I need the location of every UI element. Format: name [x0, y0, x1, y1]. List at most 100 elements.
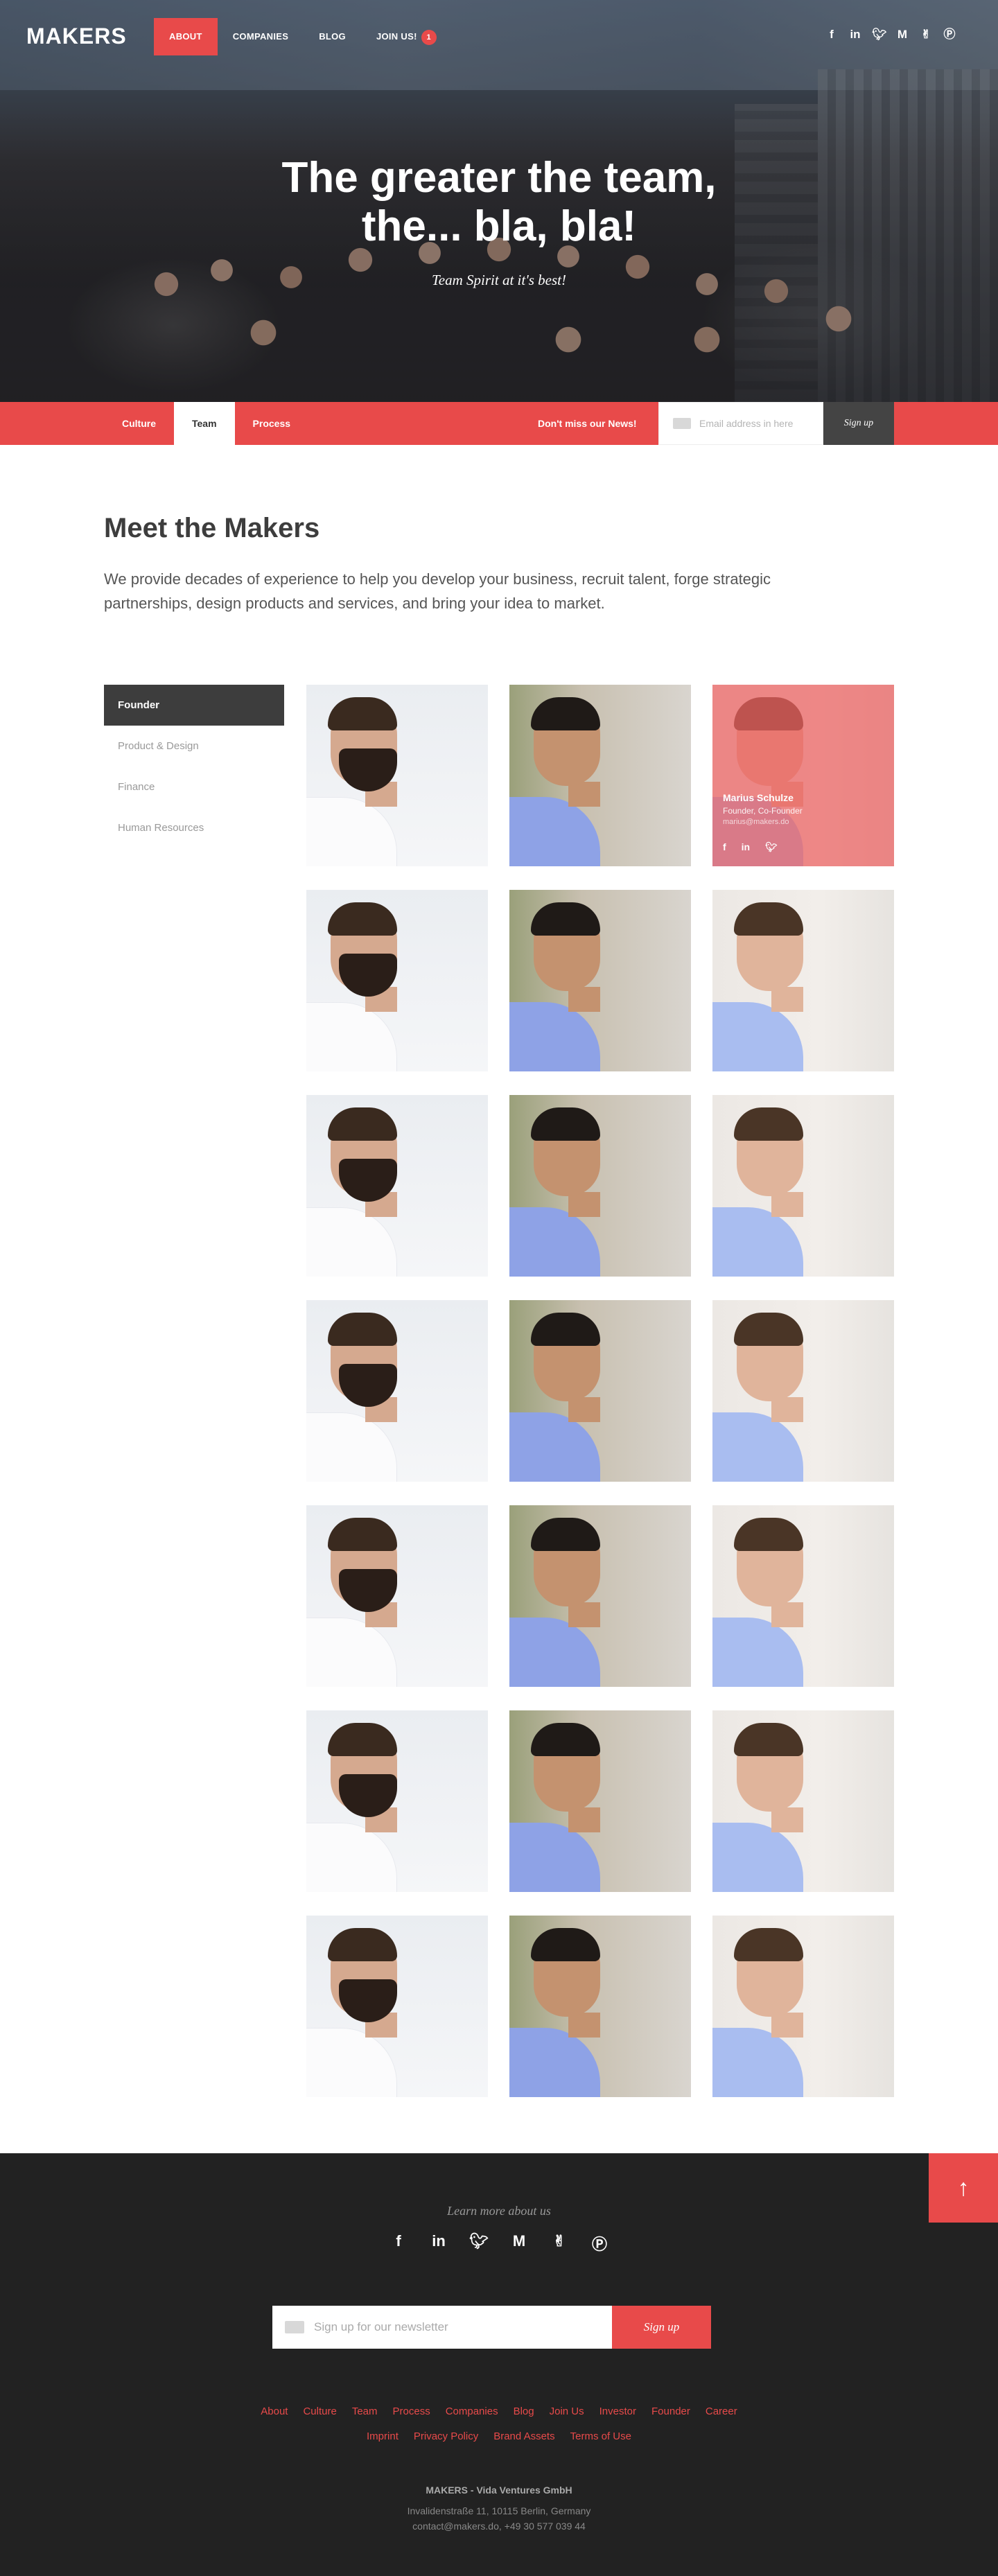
footer-link[interactable]: Process	[393, 2406, 430, 2417]
team-member-card[interactable]	[509, 890, 691, 1071]
footer-link[interactable]: About	[261, 2406, 288, 2417]
angellist-icon[interactable]: ✌︎	[550, 2232, 569, 2254]
nav-blog[interactable]: BLOG	[304, 18, 361, 55]
footer-link[interactable]: Imprint	[367, 2430, 399, 2442]
header-social-links: f in 🐦︎ M ✌︎ Ⓟ	[825, 28, 956, 42]
team-member-card[interactable]	[306, 1916, 488, 2097]
member-email[interactable]: marius@makers.do	[723, 818, 803, 826]
filter-finance[interactable]: Finance	[104, 766, 284, 807]
member-hair	[531, 1723, 600, 1756]
nav-about[interactable]: ABOUT	[154, 18, 218, 55]
nav-join-us[interactable]: JOIN US! 1	[361, 18, 452, 55]
footer-address-block: Invalidenstraße 11, 10115 Berlin, German…	[0, 2503, 998, 2534]
member-hair	[734, 1928, 803, 1961]
medium-icon[interactable]: M	[895, 28, 909, 42]
filter-human-resources[interactable]: Human Resources	[104, 807, 284, 848]
member-hair	[328, 1313, 397, 1346]
page-title: Meet the Makers	[104, 513, 320, 543]
facebook-icon[interactable]: f	[825, 28, 839, 42]
team-member-card[interactable]	[509, 1710, 691, 1892]
footer-link[interactable]: Privacy Policy	[414, 2430, 478, 2442]
team-member-card[interactable]	[712, 1095, 894, 1277]
member-shirt	[306, 1207, 397, 1277]
producthunt-icon[interactable]: Ⓟ	[590, 2232, 609, 2254]
envelope-icon	[285, 2321, 304, 2333]
signup-button[interactable]: Sign up	[823, 402, 894, 445]
member-hair	[328, 1723, 397, 1756]
footer-links-primary: About Culture Team Process Companies Blog Join…	[0, 2406, 998, 2417]
footer-link[interactable]: Join Us	[550, 2406, 584, 2417]
team-member-card[interactable]: Marius Schulze Founder, Co-Founder marius@…	[712, 685, 894, 866]
footer-newsletter-input[interactable]: Sign up for our newsletter	[272, 2306, 612, 2349]
member-social-links: f in 🐦︎	[723, 841, 778, 853]
page-description: We provide decades of experience to help…	[104, 570, 771, 612]
angellist-icon[interactable]: ✌︎	[919, 28, 933, 42]
filter-founder[interactable]: Founder	[104, 685, 284, 726]
tab-process[interactable]: Process	[235, 402, 308, 445]
medium-icon[interactable]: M	[509, 2232, 529, 2254]
member-hair	[531, 1928, 600, 1961]
member-hair	[734, 1313, 803, 1346]
member-shirt	[306, 2028, 397, 2097]
footer-link[interactable]: Team	[352, 2406, 378, 2417]
footer-link[interactable]: Brand Assets	[493, 2430, 554, 2442]
filter-product-design[interactable]: Product & Design	[104, 726, 284, 766]
newsletter-email-input[interactable]: Email address in here	[658, 402, 823, 445]
twitter-icon[interactable]: 🐦︎	[469, 2232, 489, 2254]
producthunt-icon[interactable]: Ⓟ	[943, 28, 956, 42]
member-hair	[734, 1107, 803, 1141]
member-hair	[734, 902, 803, 936]
footer-link[interactable]: Investor	[599, 2406, 636, 2417]
linkedin-icon[interactable]: in	[742, 841, 750, 853]
nav-companies[interactable]: COMPANIES	[218, 18, 304, 55]
footer-address: Invalidenstraße 11, 10115 Berlin, German…	[407, 2505, 591, 2516]
footer-link[interactable]: Terms of Use	[570, 2430, 631, 2442]
team-grid: Marius Schulze Founder, Co-Founder marius@…	[306, 685, 894, 2097]
member-shirt	[306, 797, 397, 866]
team-member-card[interactable]	[509, 1916, 691, 2097]
footer-link[interactable]: Founder	[651, 2406, 690, 2417]
footer-signup-button[interactable]: Sign up	[612, 2306, 711, 2349]
facebook-icon[interactable]: f	[723, 841, 726, 853]
team-member-card[interactable]	[712, 1710, 894, 1892]
linkedin-icon[interactable]: in	[848, 28, 862, 42]
team-member-card[interactable]	[306, 685, 488, 866]
member-shirt	[509, 2028, 600, 2097]
facebook-icon[interactable]: f	[389, 2232, 408, 2254]
team-member-card[interactable]	[712, 1916, 894, 2097]
twitter-icon[interactable]: 🐦︎	[765, 841, 778, 853]
footer-link[interactable]: Culture	[303, 2406, 336, 2417]
member-hair	[328, 1928, 397, 1961]
team-member-card[interactable]	[712, 1300, 894, 1482]
member-hair	[328, 1518, 397, 1551]
team-member-card[interactable]	[509, 685, 691, 866]
team-member-card[interactable]	[509, 1095, 691, 1277]
top-navigation: MAKERS ABOUT COMPANIES BLOG JOIN US! 1 f …	[0, 0, 998, 55]
team-member-card[interactable]	[509, 1300, 691, 1482]
member-role: Founder, Co-Founder	[723, 806, 803, 816]
hero-section: MAKERS ABOUT COMPANIES BLOG JOIN US! 1 f …	[0, 0, 998, 402]
footer-link[interactable]: Blog	[514, 2406, 534, 2417]
linkedin-icon[interactable]: in	[429, 2232, 448, 2254]
tab-culture[interactable]: Culture	[104, 402, 174, 445]
makers-logo[interactable]: MAKERS	[26, 24, 127, 49]
section-subnav: Culture Team Process Don't miss our News…	[0, 402, 998, 445]
footer-link[interactable]: Career	[706, 2406, 737, 2417]
team-member-card[interactable]	[306, 1505, 488, 1687]
hero-title: The greater the team, the... bla, bla!	[281, 154, 717, 250]
team-member-card[interactable]	[712, 1505, 894, 1687]
newsletter-label: Don't miss our News!	[538, 418, 637, 429]
team-member-card[interactable]	[306, 1095, 488, 1277]
team-member-card[interactable]	[306, 890, 488, 1071]
envelope-icon	[673, 418, 691, 429]
member-shirt	[306, 1618, 397, 1687]
tab-team[interactable]: Team	[174, 402, 235, 445]
team-member-card[interactable]	[712, 890, 894, 1071]
team-member-card[interactable]	[306, 1300, 488, 1482]
footer-link[interactable]: Companies	[446, 2406, 498, 2417]
team-member-card[interactable]	[509, 1505, 691, 1687]
twitter-icon[interactable]: 🐦︎	[872, 28, 887, 42]
team-member-card[interactable]	[306, 1710, 488, 1892]
member-hair	[328, 1107, 397, 1141]
member-shirt	[712, 1823, 803, 1892]
